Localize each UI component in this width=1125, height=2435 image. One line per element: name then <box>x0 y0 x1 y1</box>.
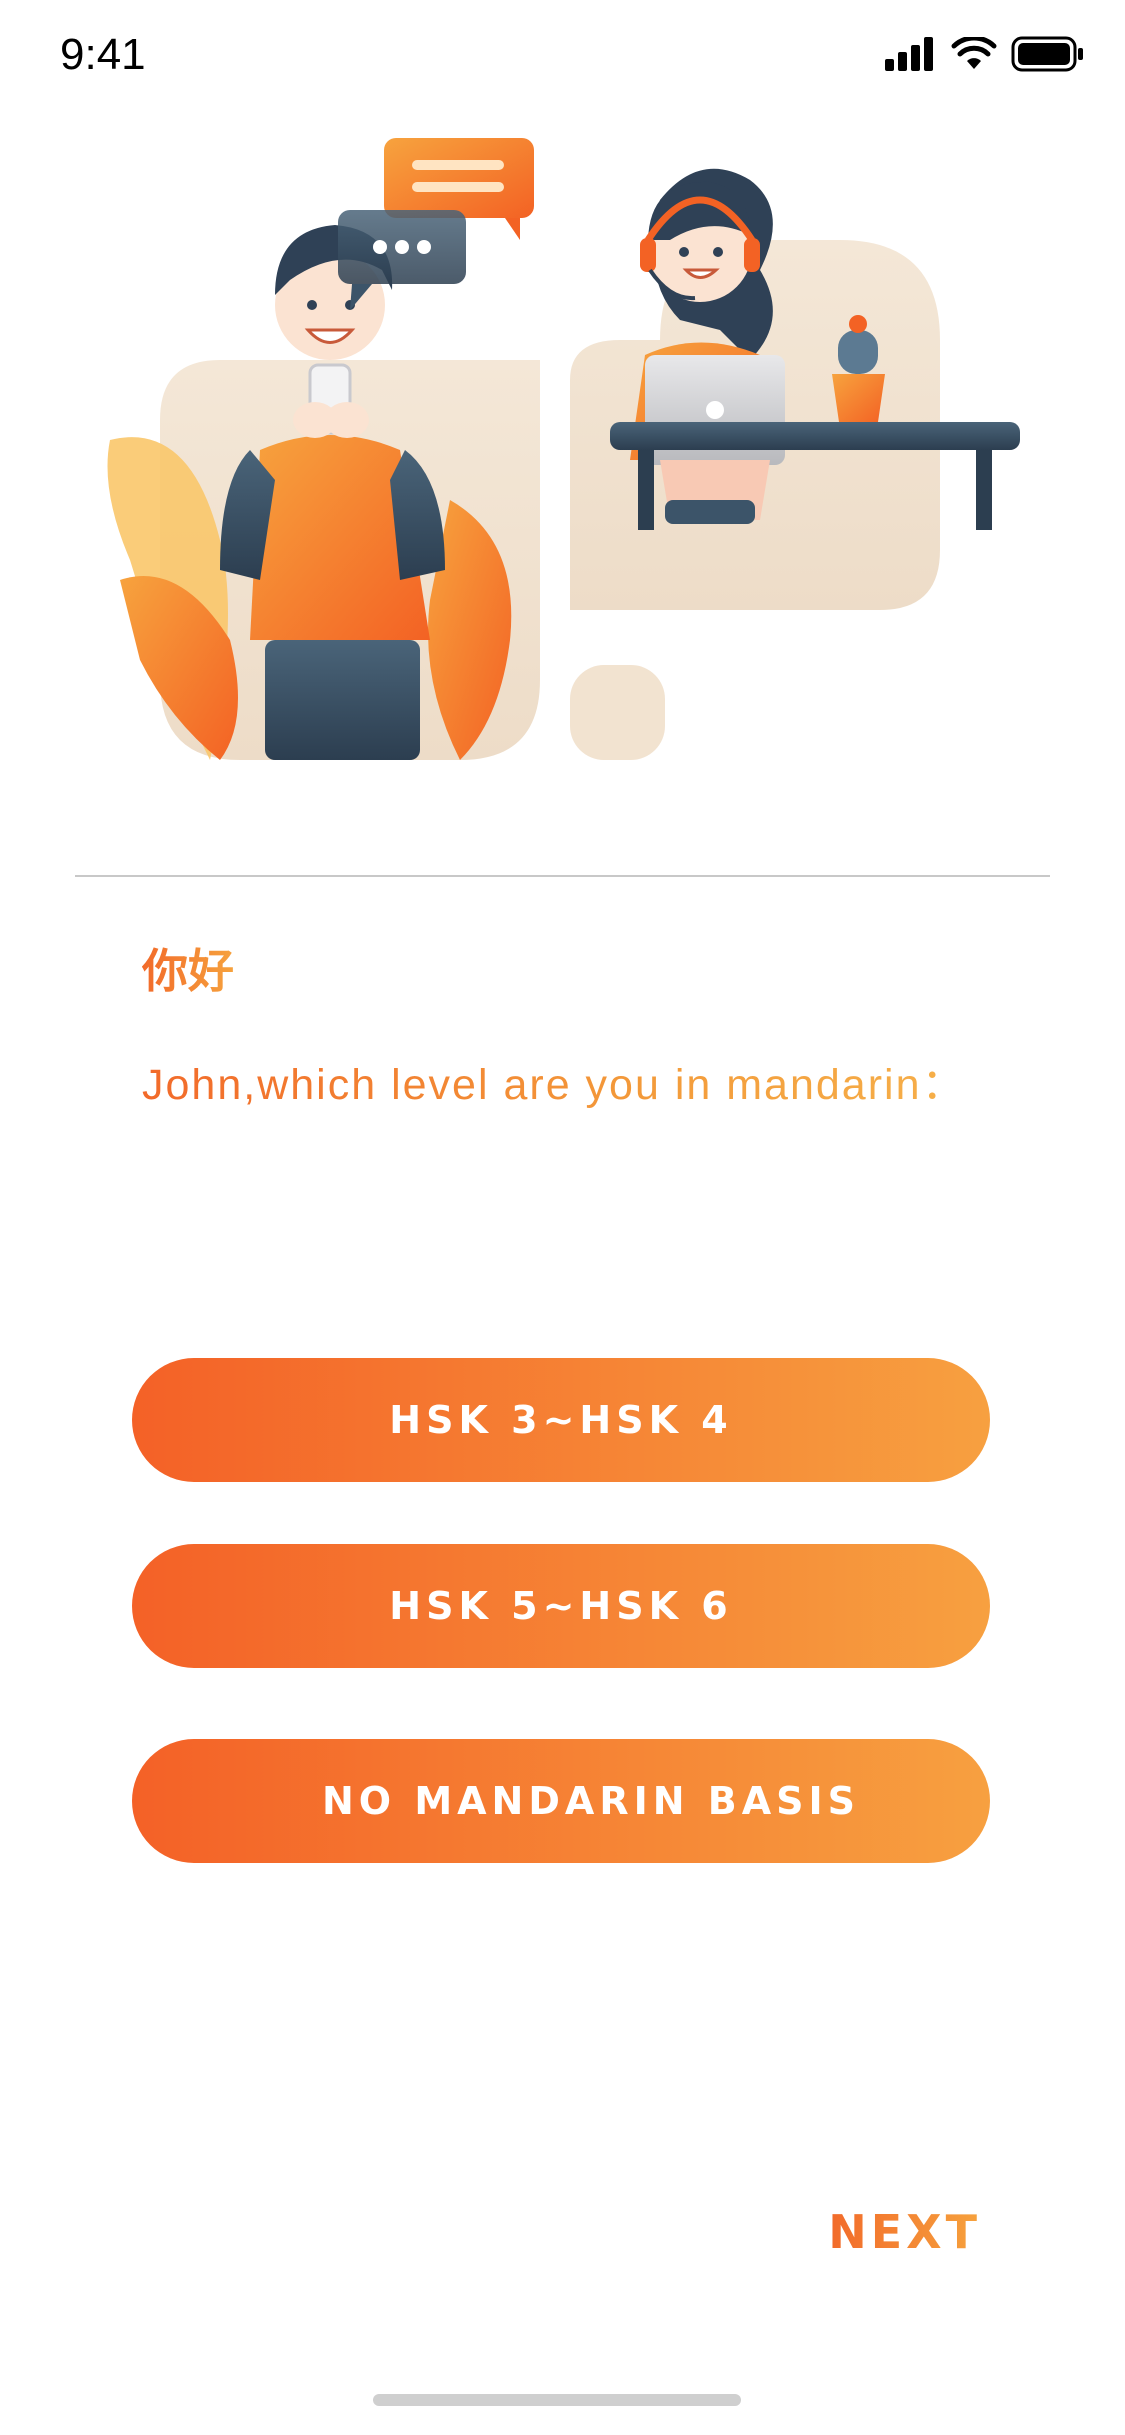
next-button[interactable]: NEXT <box>828 2205 981 2259</box>
level-question: John,which level are you in mandarin： <box>142 1050 967 1112</box>
option-label: HSK 3~HSK 4 <box>389 1398 733 1442</box>
wifi-icon <box>951 37 997 69</box>
option-label: HSK 5~HSK 6 <box>389 1584 733 1628</box>
signal-icon <box>885 37 933 71</box>
divider <box>75 875 1050 877</box>
option-label: NO MANDARIN BASIS <box>322 1779 860 1823</box>
status-bar: 9:41 <box>0 0 1125 120</box>
greeting-text: 你好 <box>142 935 234 1001</box>
home-indicator[interactable] <box>373 2394 741 2406</box>
battery-icon <box>1011 36 1083 72</box>
option-no-mandarin-basis-button[interactable]: NO MANDARIN BASIS <box>132 1739 990 1863</box>
option-hsk5-hsk6-button[interactable]: HSK 5~HSK 6 <box>132 1544 990 1668</box>
status-icons <box>883 36 1085 72</box>
two-people-chat-illustration <box>107 138 1020 760</box>
status-time: 9:41 <box>60 30 146 79</box>
option-hsk3-hsk4-button[interactable]: HSK 3~HSK 4 <box>132 1358 990 1482</box>
